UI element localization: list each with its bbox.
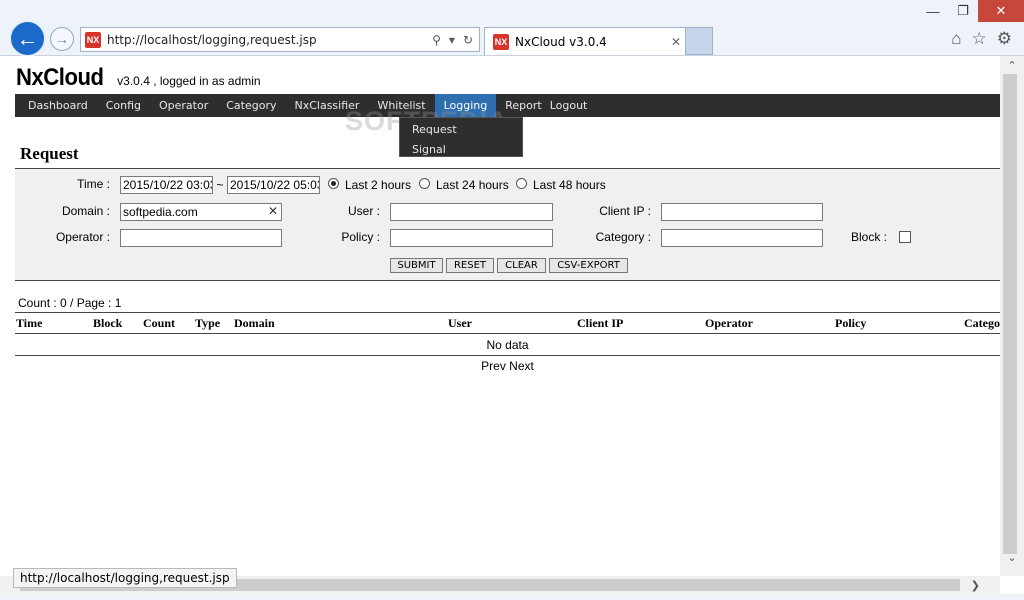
operator-label: Operator : — [55, 230, 110, 244]
block-label: Block : — [850, 230, 887, 244]
arrow-left-icon: ← — [16, 25, 39, 51]
radio-last-24-hours-label: Last 24 hours — [436, 178, 509, 192]
dropdown-icon[interactable]: ▾ — [449, 33, 455, 47]
col-type[interactable]: Type — [195, 316, 220, 331]
nav-operator[interactable]: Operator — [150, 94, 217, 117]
col-block[interactable]: Block — [93, 316, 122, 331]
client-ip-label: Client IP : — [599, 204, 651, 218]
reset-button[interactable]: RESET — [446, 258, 494, 273]
page-title: Request — [20, 144, 79, 163]
radio-last-48-hours-label: Last 48 hours — [533, 178, 606, 192]
scroll-right-icon[interactable]: ❯ — [971, 576, 980, 594]
dropdown-item-request[interactable]: Request — [400, 120, 522, 140]
policy-label: Policy : — [341, 230, 380, 244]
user-label: User : — [347, 204, 380, 218]
browser-chrome: — ❐ ✕ ← → NX http://localhost/logging,re… — [0, 0, 1024, 57]
site-favicon-icon: NX — [85, 31, 101, 48]
address-url[interactable]: http://localhost/logging,request.jsp — [107, 33, 432, 47]
clear-input-icon[interactable]: ✕ — [268, 204, 278, 218]
tab-favicon-icon: NX — [493, 33, 509, 50]
col-policy[interactable]: Policy — [835, 316, 866, 331]
radio-last-2-hours-label: Last 2 hours — [345, 178, 412, 192]
domain-input[interactable]: softpedia.com ✕ — [120, 203, 282, 221]
result-count: Count : 0 / Page : 1 — [18, 296, 122, 310]
no-data-row: No data — [15, 334, 1000, 356]
app-header: NxCloud v3.0.4 , logged in as admin — [16, 64, 261, 92]
home-icon[interactable]: ⌂ — [951, 29, 961, 49]
status-bar-url: http://localhost/logging,request.jsp — [13, 568, 237, 588]
window-bottom-border — [0, 594, 1024, 600]
search-form: Time : 2015/10/22 03:03 ~ 2015/10/22 05:… — [15, 168, 1000, 281]
col-user[interactable]: User — [448, 316, 472, 331]
col-time[interactable]: Time — [16, 316, 42, 331]
settings-gear-icon[interactable]: ⚙ — [997, 29, 1012, 49]
arrow-right-icon: → — [55, 31, 69, 47]
restore-icon[interactable]: ❐ — [948, 0, 978, 22]
nav-config[interactable]: Config — [97, 94, 150, 117]
col-count[interactable]: Count — [143, 316, 175, 331]
app-logo: NxCloud — [16, 64, 104, 91]
browser-tab[interactable]: NX NxCloud v3.0.4 ✕ — [484, 27, 686, 55]
close-window-icon[interactable]: ✕ — [978, 0, 1024, 22]
radio-last-24-hours[interactable] — [419, 178, 430, 189]
csv-export-button[interactable]: CSV-EXPORT — [549, 258, 628, 273]
address-bar[interactable]: NX http://localhost/logging,request.jsp … — [80, 27, 480, 52]
dropdown-item-signal[interactable]: Signal — [400, 140, 522, 160]
logging-dropdown-menu: Request Signal — [399, 117, 523, 157]
operator-input[interactable] — [120, 229, 282, 247]
back-button[interactable]: ← — [9, 20, 46, 57]
version-text: v3.0.4 , logged in as admin — [117, 74, 261, 88]
tab-close-icon[interactable]: ✕ — [667, 35, 685, 49]
window-controls: — ❐ ✕ — [918, 0, 1024, 22]
domain-label: Domain : — [61, 204, 110, 218]
prev-link[interactable]: Prev — [481, 359, 506, 373]
pager: Prev Next — [15, 359, 1000, 373]
nav-dashboard[interactable]: Dashboard — [19, 94, 97, 117]
client-ip-input[interactable] — [661, 203, 823, 221]
scroll-down-icon[interactable]: ⌄ — [1000, 548, 1024, 566]
time-to-input[interactable]: 2015/10/22 05:03 — [227, 176, 320, 194]
forward-button[interactable]: → — [50, 27, 74, 51]
results-table: Time Block Count Type Domain User Client… — [15, 312, 1000, 373]
col-operator[interactable]: Operator — [705, 316, 753, 331]
radio-last-2-hours[interactable] — [328, 178, 339, 189]
block-checkbox[interactable] — [899, 231, 911, 243]
category-label: Category : — [595, 230, 651, 244]
table-header: Time Block Count Type Domain User Client… — [15, 312, 1000, 334]
col-domain[interactable]: Domain — [234, 316, 275, 331]
radio-last-48-hours[interactable] — [516, 178, 527, 189]
tab-title: NxCloud v3.0.4 — [515, 34, 607, 49]
new-tab-button[interactable] — [686, 27, 713, 55]
col-client-ip[interactable]: Client IP — [577, 316, 623, 331]
nav-logout[interactable]: Logout — [546, 94, 597, 117]
category-input[interactable] — [661, 229, 823, 247]
nav-category[interactable]: Category — [217, 94, 285, 117]
refresh-icon[interactable]: ↻ — [463, 33, 473, 47]
clear-button[interactable]: CLEAR — [497, 258, 546, 273]
scroll-up-icon[interactable]: ⌃ — [1000, 56, 1024, 74]
col-category[interactable]: Catego — [964, 316, 1000, 331]
search-icon[interactable]: ⚲ — [432, 33, 441, 47]
minimize-icon[interactable]: — — [918, 0, 948, 22]
time-separator: ~ — [216, 178, 224, 192]
vertical-scroll-thumb[interactable] — [1003, 74, 1017, 554]
domain-input-value: softpedia.com — [123, 205, 198, 219]
favorites-star-icon[interactable]: ☆ — [972, 29, 987, 49]
user-input[interactable] — [390, 203, 553, 221]
time-label: Time : — [77, 177, 110, 191]
submit-button[interactable]: SUBMIT — [390, 258, 443, 273]
vertical-scrollbar[interactable]: ⌃ ⌄ — [1000, 56, 1024, 576]
page-viewport: NxCloud v3.0.4 , logged in as admin Dash… — [0, 56, 1000, 576]
next-link[interactable]: Next — [509, 359, 534, 373]
policy-input[interactable] — [390, 229, 553, 247]
time-from-input[interactable]: 2015/10/22 03:03 — [120, 176, 213, 194]
